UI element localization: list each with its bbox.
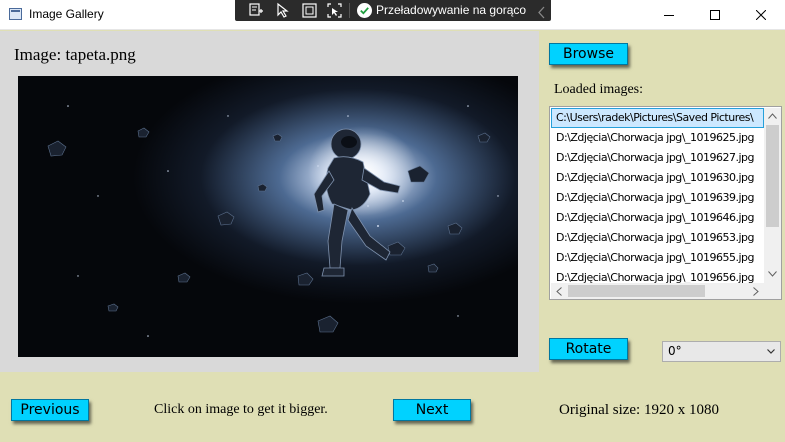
vertical-scroll-thumb[interactable] [766,125,779,227]
rotation-select[interactable]: 0° [662,341,781,362]
close-icon [756,10,766,20]
rotate-button[interactable]: Rotate [549,338,628,360]
maximize-icon [710,10,720,20]
track-focused-element-icon[interactable] [326,2,343,19]
image-preview[interactable] [18,76,518,357]
scroll-down-icon[interactable] [768,271,777,277]
minimize-button[interactable] [646,0,692,30]
scroll-left-icon[interactable] [556,287,562,296]
debug-toolbar: Przeładowywanie na gorąco [235,0,551,21]
image-caption: Image: tapeta.png [14,45,136,64]
list-item[interactable]: D:\Zdjęcia\Chorwacja jpg\_1019653.jpg [551,228,764,248]
list-item[interactable]: D:\Zdjęcia\Chorwacja jpg\_1019639.jpg [551,188,764,208]
scroll-up-icon[interactable] [768,113,777,119]
horizontal-scrollbar[interactable] [551,283,764,299]
loaded-images-list[interactable]: C:\Users\radek\Pictures\Saved Pictures\ … [549,106,782,300]
list-item[interactable]: D:\Zdjęcia\Chorwacja jpg\_1019625.jpg [551,128,764,148]
click-hint: Click on image to get it bigger. [154,402,328,417]
next-button[interactable]: Next [393,399,471,421]
horizontal-scroll-thumb[interactable] [568,285,705,297]
close-button[interactable] [738,0,784,30]
list-item[interactable]: D:\Zdjęcia\Chorwacja jpg\_1019646.jpg [551,208,764,228]
list-item[interactable]: D:\Zdjęcia\Chorwacja jpg\_1019655.jpg [551,248,764,268]
window-title: Image Gallery [29,7,104,21]
list-item[interactable]: D:\Zdjęcia\Chorwacja jpg\_1019627.jpg [551,148,764,168]
vertical-scrollbar[interactable] [764,108,781,283]
list-items: C:\Users\radek\Pictures\Saved Pictures\ … [551,108,764,283]
scroll-corner [764,283,781,299]
rotation-value: 0° [668,344,682,358]
minimize-icon [664,15,674,16]
list-item-selected[interactable]: C:\Users\radek\Pictures\Saved Pictures\ [551,108,764,128]
app-window-icon [9,8,22,20]
hot-reload-status: Przeładowywanie na gorąco [376,3,527,17]
display-layout-adorners-icon[interactable] [301,2,318,19]
loaded-images-label: Loaded images: [554,82,644,97]
list-item[interactable]: D:\Zdjęcia\Chorwacja jpg\_1019656.jpg [551,268,764,283]
browse-button[interactable]: Browse [549,43,628,65]
title-bar: Image Gallery Przeładowywanie na gorąco [0,0,785,30]
image-panel: Image: tapeta.png [0,31,539,372]
maximize-button[interactable] [692,0,738,30]
astronaut-wallpaper-image [18,76,518,357]
checkmark-icon [357,3,372,18]
list-item[interactable]: D:\Zdjęcia\Chorwacja jpg\_1019630.jpg [551,168,764,188]
original-size-label: Original size: 1920 x 1080 [559,402,719,418]
select-element-icon[interactable] [275,2,292,19]
chevron-down-icon [767,349,775,354]
previous-button[interactable]: Previous [11,399,89,421]
collapse-toolbar-icon[interactable] [537,4,547,19]
live-visual-tree-icon[interactable] [248,2,265,19]
scroll-right-icon[interactable] [753,287,759,296]
toolbar-separator [349,3,350,18]
